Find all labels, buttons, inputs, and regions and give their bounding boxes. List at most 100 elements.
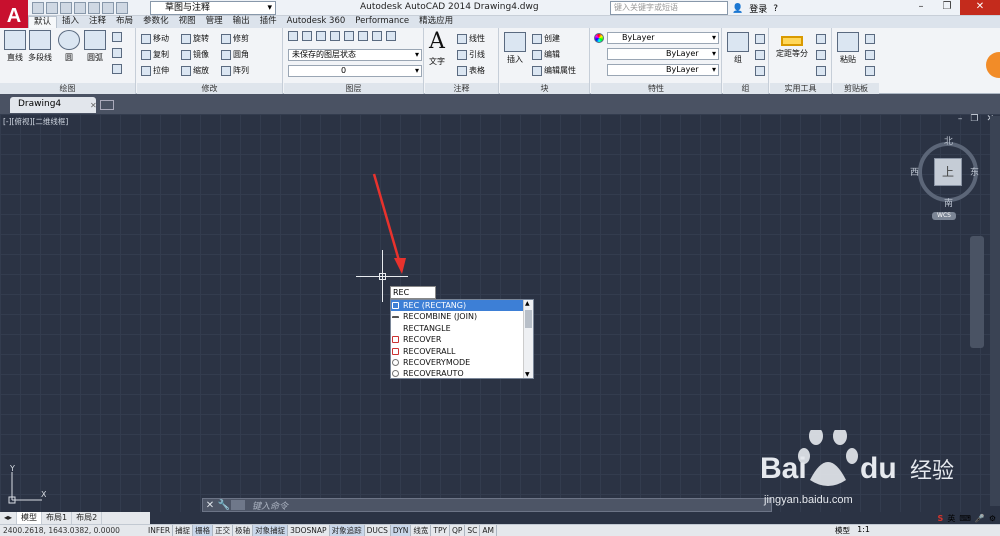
circle-button[interactable]: 圆 (58, 30, 80, 63)
array-button[interactable]: 阵列 (221, 65, 249, 76)
new-tab-button[interactable] (100, 100, 114, 110)
scroll-down-icon[interactable]: ▼ (525, 371, 530, 378)
compass-east[interactable]: 东 (970, 165, 979, 178)
scroll-thumb[interactable] (525, 310, 532, 328)
autocomplete-item[interactable]: RECOVERALL (391, 346, 533, 357)
linetype-select[interactable]: ByLayer (607, 48, 719, 60)
status-toggle[interactable]: DYN (390, 525, 412, 536)
layer-icon[interactable] (358, 31, 368, 41)
undo-icon[interactable] (102, 2, 114, 14)
minimize-button[interactable]: – (908, 0, 934, 15)
tab-autodesk360[interactable]: Autodesk 360 (282, 16, 351, 28)
tab-layout[interactable]: 布局 (111, 16, 138, 28)
layer-state-select[interactable]: 未保存的图层状态 (288, 49, 422, 61)
leader-button[interactable]: 引线 (457, 49, 485, 60)
layer-properties-icon[interactable] (288, 31, 298, 41)
tab-manage[interactable]: 管理 (201, 16, 228, 28)
autocomplete-item[interactable]: REC (RECTANG) (391, 300, 533, 312)
save-as-icon[interactable] (74, 2, 86, 14)
status-toggle[interactable]: SC (465, 525, 481, 536)
layer-icon[interactable] (302, 31, 312, 41)
plot-icon[interactable] (88, 2, 100, 14)
viewport-restore-icon[interactable]: ❐ (970, 114, 978, 124)
block-panel-title[interactable]: 块 (500, 83, 589, 94)
viewport-controls[interactable]: [-][俯视][二维线框] (3, 116, 68, 127)
group-edit-icon[interactable] (755, 50, 765, 60)
fillet-button[interactable]: 圆角 (221, 49, 249, 60)
ime-mode-icon[interactable]: 英 (947, 513, 955, 524)
close-icon[interactable]: ✕ (203, 500, 217, 511)
annotation-panel-title[interactable]: 注释 (425, 83, 498, 94)
scroll-up-icon[interactable]: ▲ (525, 300, 530, 307)
stretch-button[interactable]: 拉伸 (141, 65, 169, 76)
color-select[interactable]: ByLayer (607, 32, 719, 44)
paste-button[interactable]: 粘贴 (837, 32, 859, 65)
edit-block-button[interactable]: 编辑 (532, 49, 560, 60)
autocomplete-item[interactable]: RECOMBINE (JOIN) (391, 311, 533, 322)
annotation-scale[interactable]: 1:1 (857, 525, 870, 534)
arc-button[interactable]: 圆弧 (84, 30, 106, 63)
maximize-button[interactable]: ❐ (934, 0, 960, 15)
tab-parametric[interactable]: 参数化 (138, 16, 174, 28)
status-toggle[interactable]: 捕捉 (173, 525, 194, 536)
rectangle-icon[interactable] (112, 32, 122, 42)
tab-default[interactable]: 默认 (28, 16, 58, 28)
utility-icon[interactable] (816, 50, 826, 60)
line-button[interactable]: 直线 (4, 30, 26, 63)
quick-select-icon[interactable] (816, 34, 826, 44)
redo-icon[interactable] (116, 2, 128, 14)
copy-clip-icon[interactable] (865, 50, 875, 60)
calculator-icon[interactable] (816, 66, 826, 76)
layers-panel-title[interactable]: 图层 (284, 83, 423, 94)
modify-panel-title[interactable]: 修改 (137, 83, 282, 94)
status-toggle[interactable]: 正交 (213, 525, 234, 536)
autocomplete-scrollbar[interactable]: ▲ ▼ (523, 300, 533, 378)
table-button[interactable]: 表格 (457, 65, 485, 76)
tab-insert[interactable]: 插入 (57, 16, 84, 28)
command-line[interactable]: ✕ 🔧 键入命令 (202, 498, 772, 512)
compass-north[interactable]: 北 (944, 134, 953, 147)
group-select-icon[interactable] (755, 66, 765, 76)
status-toggle[interactable]: TPY (431, 525, 450, 536)
close-icon[interactable]: ✕ (90, 98, 97, 113)
status-toggle[interactable]: 对象捕捉 (253, 525, 289, 536)
promo-badge-icon[interactable] (986, 52, 1000, 78)
lineweight-select[interactable]: ByLayer (607, 64, 719, 76)
insert-block-button[interactable]: 插入 (504, 32, 526, 65)
properties-panel-title[interactable]: 特性 (591, 83, 721, 94)
user-icon[interactable]: 👤 (732, 4, 743, 14)
settings-icon[interactable]: ⚙ (989, 514, 996, 523)
ellipse-icon[interactable] (112, 64, 122, 74)
microphone-icon[interactable]: 🎤 (975, 514, 985, 523)
document-tab[interactable]: Drawing4 ✕ (10, 97, 97, 113)
hatch-icon[interactable] (112, 48, 122, 58)
keyboard-icon[interactable]: ⌨ (959, 514, 971, 523)
layer-icon[interactable] (372, 31, 382, 41)
polyline-button[interactable]: 多段线 (28, 30, 52, 63)
move-button[interactable]: 移动 (141, 33, 169, 44)
status-toggle[interactable]: 栅格 (193, 525, 214, 536)
ungroup-icon[interactable] (755, 34, 765, 44)
rotate-button[interactable]: 旋转 (181, 33, 209, 44)
edit-attributes-button[interactable]: 编辑属性 (532, 65, 576, 76)
tab-annotate[interactable]: 注释 (84, 16, 111, 28)
layout-nav-icon[interactable]: ◂▸ (0, 512, 18, 524)
groups-panel-title[interactable]: 组 (723, 83, 768, 94)
mirror-button[interactable]: 镜像 (181, 49, 209, 60)
login-link[interactable]: 登录 (749, 2, 767, 15)
autocomplete-item[interactable]: RECOVERAUTO (391, 368, 533, 378)
tab-plugins[interactable]: 插件 (255, 16, 282, 28)
tab-layout2[interactable]: 布局2 (72, 512, 103, 524)
copy-button[interactable]: 复制 (141, 49, 169, 60)
layer-icon[interactable] (330, 31, 340, 41)
search-input[interactable]: 键入关键字或短语 (610, 1, 728, 15)
open-icon[interactable] (46, 2, 58, 14)
coordinates-readout[interactable]: 2400.2618, 1643.0382, 0.0000 (0, 525, 146, 536)
match-properties-icon[interactable] (865, 66, 875, 76)
tab-featured-apps[interactable]: 精选应用 (414, 16, 458, 28)
compass-south[interactable]: 南 (944, 196, 953, 209)
layer-icon[interactable] (316, 31, 326, 41)
cut-icon[interactable] (865, 34, 875, 44)
status-toggle[interactable]: 3DOSNAP (288, 525, 330, 536)
tab-view[interactable]: 视图 (174, 16, 201, 28)
